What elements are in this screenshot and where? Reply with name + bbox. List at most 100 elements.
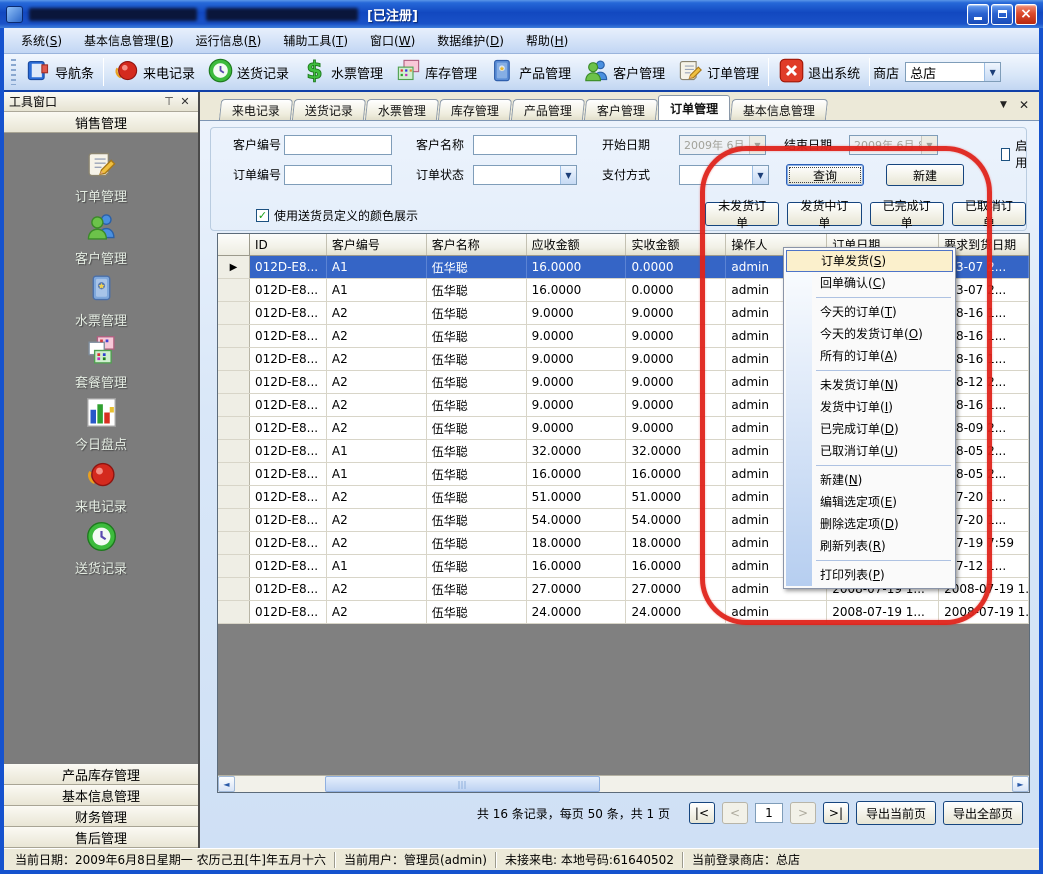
context-menu-item[interactable]: 已取消订单(U) bbox=[786, 440, 953, 462]
sidebar-item-送货记录[interactable]: 送货记录 bbox=[41, 517, 161, 579]
tab-库存管理[interactable]: 库存管理 bbox=[438, 99, 512, 120]
column-header-客户名称[interactable]: 客户名称 bbox=[427, 234, 527, 255]
sidebar-group-财务管理[interactable]: 财务管理 bbox=[4, 806, 198, 827]
toolbar-button-inventory[interactable]: 库存管理 bbox=[389, 56, 483, 88]
sidebar-item-订单管理[interactable]: 订单管理 bbox=[41, 145, 161, 207]
first-page-button[interactable]: |< bbox=[689, 802, 715, 824]
chevron-down-icon[interactable]: ▼ bbox=[752, 166, 768, 184]
export-all-pages-button[interactable]: 导出全部页 bbox=[943, 801, 1023, 825]
row-selector[interactable] bbox=[218, 325, 250, 347]
sidebar-group-基本信息管理[interactable]: 基本信息管理 bbox=[4, 785, 198, 806]
row-selector[interactable] bbox=[218, 348, 250, 370]
tab-产品管理[interactable]: 产品管理 bbox=[511, 99, 585, 120]
customer-name-input[interactable] bbox=[473, 135, 577, 155]
menubar-item[interactable]: 窗口(W) bbox=[359, 29, 426, 52]
context-menu-item[interactable]: 未发货订单(N) bbox=[786, 374, 953, 396]
context-menu-item[interactable]: 发货中订单(I) bbox=[786, 396, 953, 418]
filter-button-已取消订单[interactable]: 已取消订单 bbox=[952, 202, 1026, 226]
row-selector[interactable] bbox=[218, 601, 250, 623]
deliveryman-color-checkbox[interactable]: ✓ bbox=[256, 209, 269, 222]
menubar-item[interactable]: 基本信息管理(B) bbox=[73, 29, 185, 52]
row-selector[interactable] bbox=[218, 509, 250, 531]
context-menu-item[interactable]: 已完成订单(D) bbox=[786, 418, 953, 440]
filter-button-未发货订单[interactable]: 未发货订单 bbox=[705, 202, 779, 226]
row-selector[interactable] bbox=[218, 532, 250, 554]
toolbar-button-product[interactable]: 产品管理 bbox=[483, 56, 577, 88]
enable-checkbox[interactable] bbox=[1001, 148, 1010, 161]
sidebar-group-产品库存管理[interactable]: 产品库存管理 bbox=[4, 764, 198, 785]
tab-list-dropdown-icon[interactable]: ▼ bbox=[1000, 100, 1007, 110]
shop-select[interactable]: 总店 ▼ bbox=[905, 62, 1001, 82]
filter-button-发货中订单[interactable]: 发货中订单 bbox=[787, 202, 861, 226]
toolbar-button-order[interactable]: 订单管理 bbox=[671, 56, 765, 88]
prev-page-button[interactable]: < bbox=[722, 802, 748, 824]
menubar-item[interactable]: 帮助(H) bbox=[515, 29, 579, 52]
toolbar-button-navigator[interactable]: 导航条 bbox=[19, 56, 100, 88]
column-header-应收金额[interactable]: 应收金额 bbox=[527, 234, 627, 255]
close-button[interactable]: × bbox=[1015, 4, 1037, 25]
context-menu-item[interactable]: 今天的订单(T) bbox=[786, 301, 953, 323]
toolbar-grip[interactable] bbox=[11, 59, 16, 85]
row-selector[interactable] bbox=[218, 578, 250, 600]
sidebar-item-套餐管理[interactable]: 套餐管理 bbox=[41, 331, 161, 393]
row-selector[interactable] bbox=[218, 394, 250, 416]
end-date-picker[interactable]: 2009年 6月 8日 ▼ bbox=[849, 135, 938, 155]
row-selector[interactable] bbox=[218, 555, 250, 577]
context-menu-item[interactable]: 新建(N) bbox=[786, 469, 953, 491]
row-selector[interactable]: ▶ bbox=[218, 256, 250, 278]
filter-button-已完成订单[interactable]: 已完成订单 bbox=[870, 202, 944, 226]
column-header-客户编号[interactable]: 客户编号 bbox=[327, 234, 427, 255]
row-selector[interactable] bbox=[218, 486, 250, 508]
menubar-item[interactable]: 辅助工具(T) bbox=[272, 29, 359, 52]
sidebar-group-售后管理[interactable]: 售后管理 bbox=[4, 827, 198, 848]
menubar-item[interactable]: 数据维护(D) bbox=[426, 29, 515, 52]
minimize-button[interactable] bbox=[967, 4, 989, 25]
toolbar-button-clock[interactable]: 送货记录 bbox=[201, 56, 295, 88]
new-button[interactable]: 新建 bbox=[886, 164, 964, 186]
page-number-input[interactable] bbox=[755, 803, 783, 823]
table-row[interactable]: 012D-E8...A2伍华聪24.000024.0000admin2008-0… bbox=[218, 601, 1029, 624]
toolbar-button-dollar[interactable]: $水票管理 bbox=[295, 56, 389, 88]
menubar-item[interactable]: 运行信息(R) bbox=[185, 29, 273, 52]
scroll-left-icon[interactable]: ◄ bbox=[218, 776, 235, 792]
context-menu-item[interactable]: 打印列表(P) bbox=[786, 564, 953, 586]
pay-method-select[interactable]: ▼ bbox=[679, 165, 769, 185]
order-status-select[interactable]: ▼ bbox=[473, 165, 577, 185]
order-no-input[interactable] bbox=[284, 165, 392, 185]
tab-来电记录[interactable]: 来电记录 bbox=[219, 99, 293, 120]
customer-no-input[interactable] bbox=[284, 135, 392, 155]
context-menu-item[interactable]: 订单发货(S) bbox=[786, 250, 953, 272]
toolbar-button-exit[interactable]: 退出系统 bbox=[772, 56, 866, 88]
sidebar-item-今日盘点[interactable]: 今日盘点 bbox=[41, 393, 161, 455]
export-current-page-button[interactable]: 导出当前页 bbox=[856, 801, 936, 825]
tab-客户管理[interactable]: 客户管理 bbox=[584, 99, 658, 120]
start-date-picker[interactable]: 2009年 6月 8日 ▼ bbox=[679, 135, 766, 155]
chevron-down-icon[interactable]: ▼ bbox=[560, 166, 576, 184]
context-menu-item[interactable]: 删除选定项(D) bbox=[786, 513, 953, 535]
sidebar-item-水票管理[interactable]: 水票管理 bbox=[41, 269, 161, 331]
context-menu-item[interactable]: 今天的发货订单(O) bbox=[786, 323, 953, 345]
toolbar-button-bell[interactable]: 来电记录 bbox=[107, 56, 201, 88]
row-selector[interactable] bbox=[218, 371, 250, 393]
column-header-ID[interactable]: ID bbox=[250, 234, 327, 255]
sidebar-group-sales[interactable]: 销售管理 bbox=[4, 112, 198, 133]
menubar-item[interactable]: 系统(S) bbox=[10, 29, 73, 52]
scroll-right-icon[interactable]: ► bbox=[1012, 776, 1029, 792]
row-selector[interactable] bbox=[218, 417, 250, 439]
query-button[interactable]: 查询 bbox=[786, 164, 864, 186]
column-header-实收金额[interactable]: 实收金额 bbox=[626, 234, 726, 255]
sidebar-item-客户管理[interactable]: 客户管理 bbox=[41, 207, 161, 269]
maximize-button[interactable] bbox=[991, 4, 1013, 25]
context-menu-item[interactable]: 所有的订单(A) bbox=[786, 345, 953, 367]
close-icon[interactable]: ✕ bbox=[177, 95, 193, 108]
scrollbar-thumb[interactable] bbox=[325, 776, 600, 792]
row-selector[interactable] bbox=[218, 463, 250, 485]
context-menu-item[interactable]: 回单确认(C) bbox=[786, 272, 953, 294]
horizontal-scrollbar[interactable]: ◄ ► bbox=[218, 775, 1029, 792]
sidebar-item-来电记录[interactable]: 来电记录 bbox=[41, 455, 161, 517]
context-menu-item[interactable]: 刷新列表(R) bbox=[786, 535, 953, 557]
tab-送货记录[interactable]: 送货记录 bbox=[292, 99, 366, 120]
row-selector[interactable] bbox=[218, 440, 250, 462]
next-page-button[interactable]: > bbox=[790, 802, 816, 824]
tab-基本信息管理[interactable]: 基本信息管理 bbox=[730, 99, 828, 120]
